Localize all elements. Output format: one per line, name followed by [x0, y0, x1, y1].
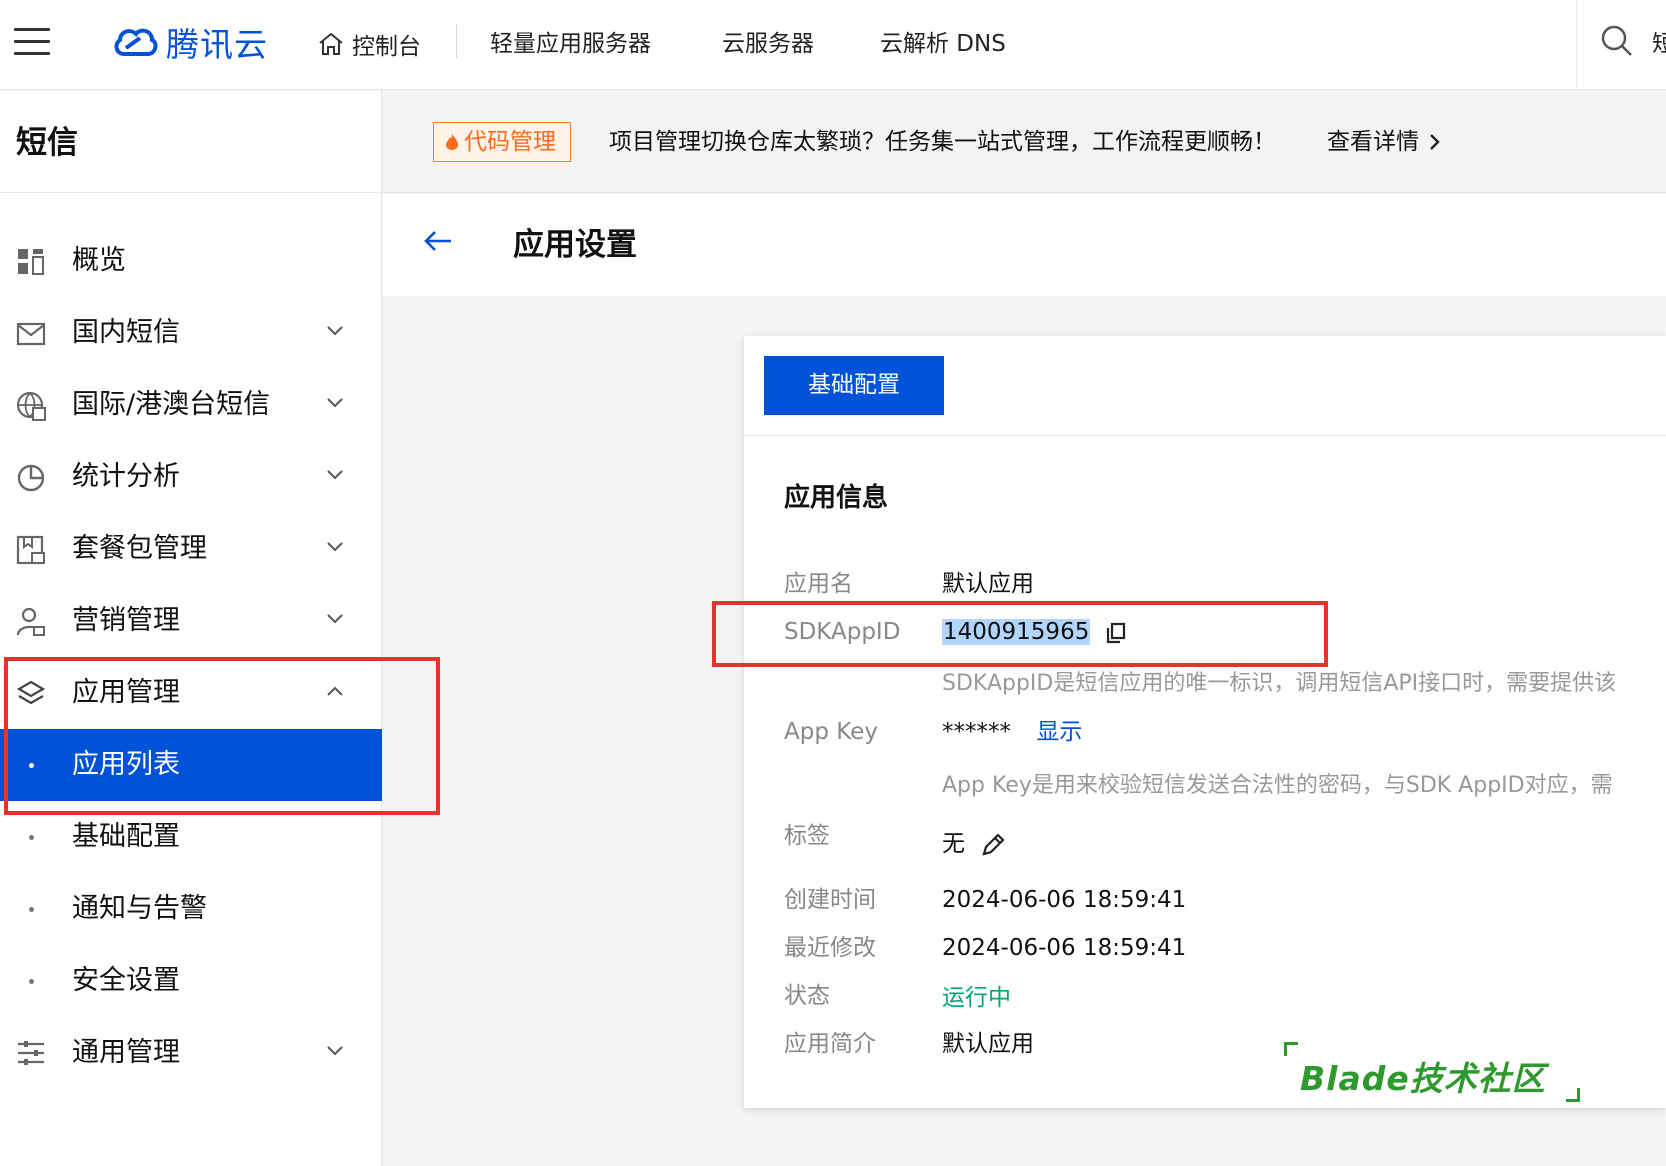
bullet-dot [29, 835, 34, 840]
nav-cvm[interactable]: 云服务器 [722, 24, 814, 64]
sidebar-subitem-label: 安全设置 [72, 965, 180, 996]
sidebar-item-packages[interactable]: 套餐包管理 [0, 513, 382, 585]
menu-icon[interactable] [14, 28, 50, 56]
cloud-logo-icon [114, 28, 158, 56]
chevron-down-icon [327, 470, 343, 480]
status-badge: 运行中 [942, 985, 1011, 1011]
sidebar-subitem-security[interactable]: 安全设置 [0, 945, 382, 1017]
tab-bar: 基础配置 [744, 336, 1666, 436]
package-icon [16, 535, 45, 565]
value-intro: 默认应用 [942, 1031, 1034, 1057]
value-modified: 2024-06-06 18:59:41 [942, 935, 1187, 961]
banner-tag-label: 代码管理 [464, 129, 556, 155]
top-nav: 腾讯云 控制台 轻量应用服务器 云服务器 云解析 DNS 短 [0, 0, 1666, 90]
brand-name: 腾讯云 [166, 25, 268, 64]
nav-divider [456, 24, 457, 58]
nav-console-label: 控制台 [352, 34, 421, 60]
sidebar-item-analytics[interactable]: 统计分析 [0, 441, 382, 513]
help-sdk-app-id: SDKAppID是短信应用的唯一标识，调用短信API接口时，需要提供该 [942, 671, 1617, 696]
sidebar-item-intl-sms[interactable]: 国际/港澳台短信 [0, 369, 382, 441]
label-created: 创建时间 [784, 887, 876, 913]
brand-logo[interactable]: 腾讯云 [110, 18, 268, 66]
user-group-icon [16, 607, 45, 636]
promo-banner: 代码管理 项目管理切换仓库太繁琐？任务集一站式管理，工作流程更顺畅！ 查看详情 [383, 91, 1666, 193]
sidebar-item-label: 统计分析 [72, 461, 180, 492]
sidebar-item-overview[interactable]: 概览 [0, 225, 382, 297]
sidebar-divider [0, 192, 382, 193]
help-app-key: App Key是用来校验短信发送合法性的密码，与SDK AppID对应，需 [942, 773, 1613, 798]
label-app-key: App Key [784, 719, 878, 745]
sidebar: 短信 概览 国内短信 国际/港澳台短信 统计分析 套餐包管理 营销管理 应用管理… [0, 91, 382, 1166]
watermark-text: Blade技术社区 [1300, 1059, 1546, 1098]
globe-icon [16, 391, 46, 421]
sidebar-item-label: 概览 [72, 245, 126, 276]
tags-text: 无 [942, 831, 965, 857]
grid-icon [18, 249, 44, 275]
sidebar-subitem-alerts[interactable]: 通知与告警 [0, 873, 382, 945]
app-key-masked: ****** [942, 719, 1011, 745]
sidebar-title: 短信 [16, 125, 78, 161]
tab-basic-config[interactable]: 基础配置 [764, 356, 944, 415]
search-icon[interactable] [1600, 24, 1634, 58]
bullet-dot [29, 979, 34, 984]
chevron-right-icon [1430, 134, 1440, 150]
chevron-down-icon [327, 542, 343, 552]
label-status: 状态 [784, 983, 830, 1009]
sidebar-subitem-label: 通知与告警 [72, 893, 207, 924]
label-app-name: 应用名 [784, 571, 853, 597]
watermark: Blade技术社区 [1284, 1040, 1580, 1104]
nav-lighthouse[interactable]: 轻量应用服务器 [490, 24, 651, 64]
annotation-box-app-list [4, 657, 440, 815]
value-created: 2024-06-06 18:59:41 [942, 887, 1187, 913]
sidebar-item-label: 国内短信 [72, 317, 180, 348]
banner-details-link[interactable]: 查看详情 [1327, 122, 1441, 162]
page-title: 应用设置 [513, 227, 637, 263]
page-header: 应用设置 [383, 194, 1666, 296]
banner-link-label: 查看详情 [1327, 129, 1419, 155]
label-tags: 标签 [784, 823, 830, 849]
sidebar-item-marketing[interactable]: 营销管理 [0, 585, 382, 657]
annotation-box-sdk-app-id [712, 601, 1328, 667]
value-app-key: ****** 显示 [942, 714, 1082, 750]
label-modified: 最近修改 [784, 935, 876, 961]
value-tags: 无 [942, 826, 1006, 862]
app-settings-card: 基础配置 应用信息 应用名 默认应用 SDKAppID 1400915965 S… [744, 336, 1666, 1108]
sidebar-item-general-management[interactable]: 通用管理 [0, 1017, 382, 1089]
nav-dns[interactable]: 云解析 DNS [880, 24, 1006, 64]
console-page: 腾讯云 控制台 轻量应用服务器 云服务器 云解析 DNS 短 短信 概览 国内短… [0, 0, 1666, 1166]
label-intro: 应用简介 [784, 1031, 876, 1057]
section-title: 应用信息 [784, 483, 889, 513]
chevron-down-icon [327, 614, 343, 624]
bullet-dot [29, 907, 34, 912]
sidebar-item-label: 通用管理 [72, 1037, 180, 1068]
nav-right-divider [1576, 0, 1577, 90]
pencil-icon[interactable] [980, 832, 1006, 858]
nav-truncated-item[interactable]: 短 [1652, 24, 1666, 64]
flame-icon [446, 134, 458, 150]
sidebar-item-label: 营销管理 [72, 605, 180, 636]
chevron-down-icon [327, 1046, 343, 1056]
nav-console[interactable]: 控制台 [318, 24, 421, 64]
home-icon [319, 32, 343, 55]
sidebar-item-label: 国际/港澳台短信 [72, 389, 271, 420]
banner-text: 项目管理切换仓库太繁琐？任务集一站式管理，工作流程更顺畅！ [609, 129, 1276, 155]
value-app-name: 默认应用 [942, 571, 1034, 597]
chevron-down-icon [327, 326, 343, 336]
pie-chart-icon [17, 464, 45, 492]
chevron-down-icon [327, 398, 343, 408]
sliders-icon [18, 1041, 44, 1065]
show-app-key-link[interactable]: 显示 [1036, 719, 1082, 745]
mail-icon [16, 322, 46, 346]
sidebar-item-domestic-sms[interactable]: 国内短信 [0, 297, 382, 369]
back-arrow-icon[interactable] [423, 230, 453, 252]
banner-tag[interactable]: 代码管理 [433, 122, 571, 162]
sidebar-item-label: 套餐包管理 [72, 533, 207, 564]
